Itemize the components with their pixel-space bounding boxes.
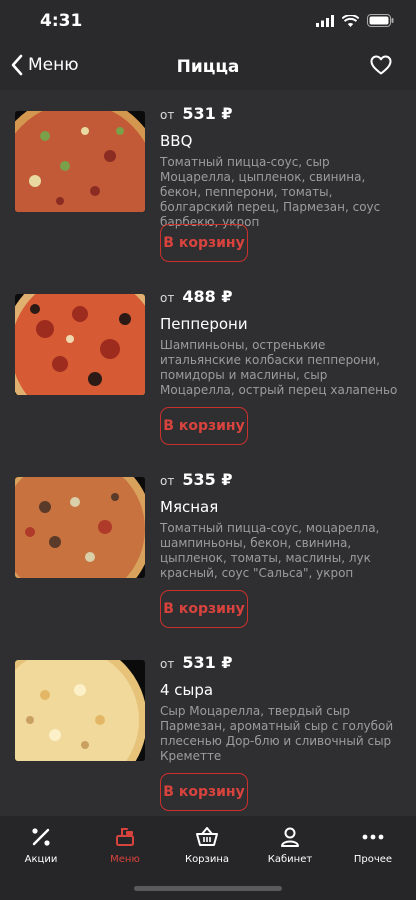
menu-icon bbox=[116, 828, 134, 846]
status-icons bbox=[316, 14, 394, 27]
product-list[interactable]: от 531 ₽ BBQ Томатный пицца-соус, сыр Мо… bbox=[0, 90, 416, 816]
tab-promotions[interactable]: Акции bbox=[1, 826, 81, 865]
product-name: BBQ bbox=[160, 132, 193, 150]
product-info: от 531 ₽ 4 сыра Сыр Моцарелла, твердый с… bbox=[160, 653, 400, 766]
nav-bar: Меню Пицца bbox=[0, 46, 416, 90]
product-card[interactable]: от 531 ₽ BBQ Томатный пицца-соус, сыр Мо… bbox=[0, 90, 416, 273]
product-image[interactable] bbox=[15, 477, 145, 578]
battery-icon bbox=[367, 14, 394, 27]
page-title: Пицца bbox=[176, 57, 240, 77]
price-line: от 488 ₽ bbox=[160, 287, 400, 313]
tab-label: Прочее bbox=[353, 854, 393, 865]
price-prefix: от bbox=[160, 474, 175, 488]
tab-more[interactable]: Прочее bbox=[333, 826, 413, 865]
product-info: от 488 ₽ Пепперони Шампиньоны, остреньки… bbox=[160, 287, 400, 400]
home-indicator bbox=[134, 886, 282, 891]
tab-cart[interactable]: Корзина bbox=[167, 826, 247, 865]
product-name: 4 сыра bbox=[160, 681, 214, 699]
add-to-cart-button[interactable]: В корзину bbox=[160, 773, 248, 811]
tab-label: Акции bbox=[24, 854, 58, 865]
product-description: Шампиньоны, остренькие итальянские колба… bbox=[160, 338, 398, 397]
price-value: 531 ₽ bbox=[182, 653, 233, 672]
basket-icon bbox=[196, 827, 218, 846]
tab-account[interactable]: Кабинет bbox=[250, 826, 330, 865]
wifi-icon bbox=[342, 14, 359, 27]
add-to-cart-button[interactable]: В корзину bbox=[160, 407, 248, 445]
more-icon bbox=[362, 834, 384, 840]
heart-icon bbox=[370, 55, 392, 75]
user-icon bbox=[281, 827, 299, 847]
product-card[interactable]: от 488 ₽ Пепперони Шампиньоны, остреньки… bbox=[0, 273, 416, 456]
price-line: от 531 ₽ bbox=[160, 104, 400, 130]
price-value: 488 ₽ bbox=[182, 287, 233, 306]
product-description: Томатный пицца-соус, моцарелла, шампиньо… bbox=[160, 521, 380, 580]
product-description: Сыр Моцарелла, твердый сыр Пармезан, аро… bbox=[160, 704, 394, 763]
add-to-cart-button[interactable]: В корзину bbox=[160, 224, 248, 262]
product-image[interactable] bbox=[15, 111, 145, 212]
product-card[interactable]: от 531 ₽ 4 сыра Сыр Моцарелла, твердый с… bbox=[0, 639, 416, 816]
product-name: Мясная bbox=[160, 498, 219, 516]
product-image[interactable] bbox=[15, 294, 145, 395]
add-to-cart-button[interactable]: В корзину bbox=[160, 590, 248, 628]
favorite-button[interactable] bbox=[370, 55, 392, 79]
product-name: Пепперони bbox=[160, 315, 248, 333]
price-value: 531 ₽ bbox=[182, 104, 233, 123]
tab-label: Корзина bbox=[184, 854, 230, 865]
price-value: 535 ₽ bbox=[182, 470, 233, 489]
percent-icon bbox=[32, 828, 50, 846]
product-info: от 531 ₽ BBQ Томатный пицца-соус, сыр Мо… bbox=[160, 104, 400, 229]
price-prefix: от bbox=[160, 291, 175, 305]
status-bar: 4:31 bbox=[0, 0, 416, 46]
product-image[interactable] bbox=[15, 660, 145, 761]
tab-menu[interactable]: Меню bbox=[85, 826, 165, 865]
price-prefix: от bbox=[160, 108, 175, 122]
status-time: 4:31 bbox=[40, 11, 83, 31]
price-line: от 531 ₽ bbox=[160, 653, 400, 679]
product-info: от 535 ₽ Мясная Томатный пицца-соус, моц… bbox=[160, 470, 400, 583]
product-card[interactable]: от 535 ₽ Мясная Томатный пицца-соус, моц… bbox=[0, 456, 416, 639]
price-line: от 535 ₽ bbox=[160, 470, 400, 496]
tab-label: Меню bbox=[110, 854, 140, 865]
signal-icon bbox=[316, 14, 334, 27]
tab-label: Кабинет bbox=[267, 854, 313, 865]
product-description: Томатный пицца-соус, сыр Моцарелла, цыпл… bbox=[160, 155, 381, 229]
price-prefix: от bbox=[160, 657, 175, 671]
